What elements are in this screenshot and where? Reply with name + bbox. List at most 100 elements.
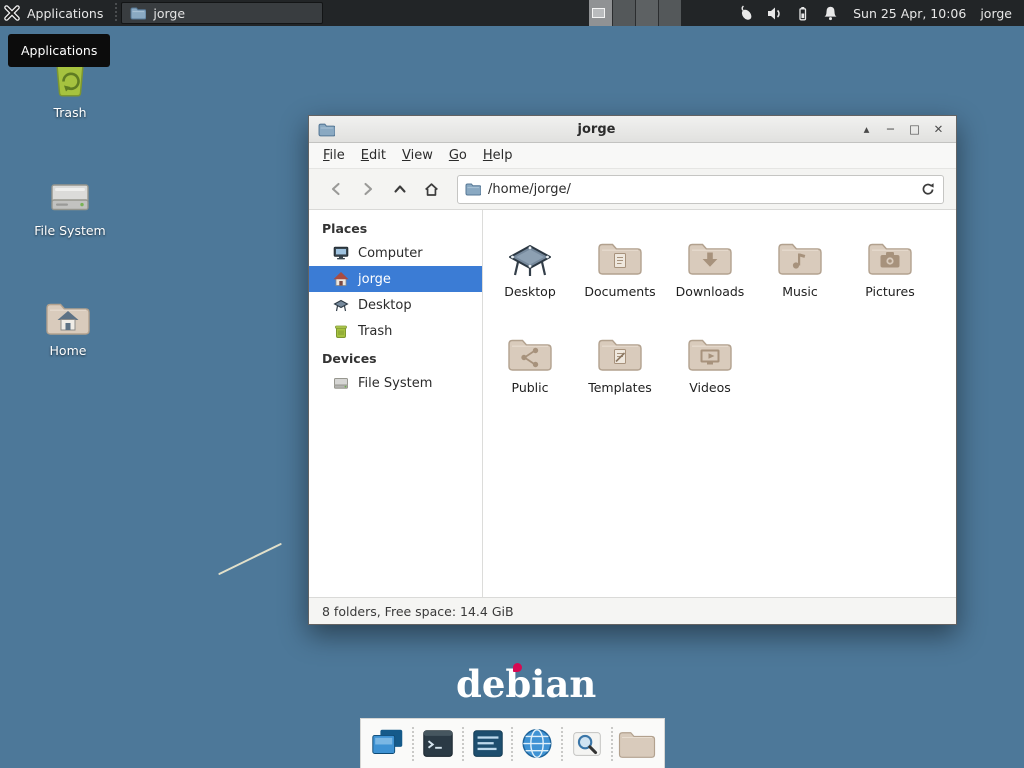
folder-public-icon bbox=[506, 322, 554, 374]
dock-separator bbox=[611, 727, 613, 761]
applications-menu-label: Applications bbox=[27, 6, 103, 21]
top-panel: Applications jorge bbox=[0, 0, 1024, 26]
shade-button[interactable]: ▴ bbox=[858, 121, 875, 138]
menu-view[interactable]: View bbox=[394, 145, 441, 166]
sidebar-item-trash[interactable]: Trash bbox=[309, 318, 482, 344]
workspace-3[interactable] bbox=[635, 0, 658, 26]
file-item-videos[interactable]: Videos bbox=[666, 322, 754, 418]
bottom-dock bbox=[360, 718, 665, 768]
pathbar-folder-icon bbox=[465, 181, 481, 197]
system-tray bbox=[737, 4, 839, 22]
workspace-window-thumb bbox=[592, 8, 605, 18]
panel-clock[interactable]: Sun 25 Apr, 10:06 bbox=[853, 6, 966, 21]
file-item-documents[interactable]: Documents bbox=[576, 226, 664, 322]
sidebar-item-jorge[interactable]: jorge bbox=[309, 266, 482, 292]
maximize-button[interactable]: □ bbox=[906, 121, 923, 138]
forward-button[interactable] bbox=[353, 175, 382, 204]
menu-edit[interactable]: Edit bbox=[353, 145, 394, 166]
globe-icon bbox=[518, 725, 556, 763]
window-titlebar[interactable]: jorge ▴ ─ □ ✕ bbox=[309, 116, 956, 143]
applications-menu-button[interactable]: Applications bbox=[0, 0, 113, 26]
folder-documents-icon bbox=[596, 226, 644, 278]
file-list-view[interactable]: Desktop Documents Downloads Music Pictur… bbox=[483, 210, 956, 597]
panel-right-area: Sun 25 Apr, 10:06 jorge bbox=[589, 0, 1024, 26]
desktop-icon-home[interactable]: Home bbox=[20, 294, 116, 358]
menu-file[interactable]: File bbox=[315, 145, 353, 166]
desktop-icon-label: Home bbox=[20, 343, 116, 358]
dock-separator bbox=[412, 727, 414, 761]
desktop-icon-label: Trash bbox=[22, 105, 118, 120]
file-item-public[interactable]: Public bbox=[486, 322, 574, 418]
file-item-music[interactable]: Music bbox=[756, 226, 844, 322]
file-item-pictures[interactable]: Pictures bbox=[846, 226, 934, 322]
menu-help[interactable]: Help bbox=[475, 145, 521, 166]
file-item-desktop[interactable]: Desktop bbox=[486, 226, 574, 322]
taskbar-window-label: jorge bbox=[153, 6, 185, 21]
sidebar-item-computer[interactable]: Computer bbox=[309, 240, 482, 266]
workspace-2[interactable] bbox=[612, 0, 635, 26]
window-controls: ▴ ─ □ ✕ bbox=[858, 121, 947, 138]
workspace-1[interactable] bbox=[589, 0, 612, 26]
home-folder-icon bbox=[44, 298, 92, 338]
folder-music-icon bbox=[776, 226, 824, 278]
location-bar[interactable]: /home/jorge/ bbox=[457, 175, 944, 204]
menu-go[interactable]: Go bbox=[441, 145, 475, 166]
dock-separator bbox=[511, 727, 513, 761]
dock-app-finder-launcher[interactable] bbox=[567, 724, 607, 764]
debian-logo-text: debian bbox=[456, 662, 596, 706]
folder-templates-icon bbox=[596, 322, 644, 374]
desktop-icon-label: File System bbox=[22, 223, 118, 238]
up-button[interactable] bbox=[385, 175, 414, 204]
folder-pictures-icon bbox=[866, 226, 914, 278]
file-item-downloads[interactable]: Downloads bbox=[666, 226, 754, 322]
applications-tooltip: Applications bbox=[8, 34, 110, 67]
window-titlebar-folder-icon bbox=[318, 121, 335, 138]
desktop-artifact-line bbox=[218, 543, 282, 575]
toolbar: /home/jorge/ bbox=[309, 169, 956, 210]
taskbar-window-button[interactable]: jorge bbox=[121, 2, 323, 24]
close-button[interactable]: ✕ bbox=[930, 121, 947, 138]
power-battery-icon[interactable] bbox=[794, 5, 811, 22]
home-button[interactable] bbox=[417, 175, 446, 204]
sidebar-header-places: Places bbox=[309, 214, 482, 240]
sidebar-header-devices: Devices bbox=[309, 344, 482, 370]
panel-username: jorge bbox=[980, 6, 1012, 21]
reload-button[interactable] bbox=[920, 181, 936, 197]
sidebar-item-file-system[interactable]: File System bbox=[309, 370, 482, 396]
displays-icon bbox=[369, 725, 407, 763]
statusbar: 8 folders, Free space: 14.4 GiB bbox=[309, 597, 956, 624]
back-button[interactable] bbox=[321, 175, 350, 204]
folder-icon bbox=[617, 727, 657, 761]
panel-separator bbox=[115, 3, 117, 23]
minimize-button[interactable]: ─ bbox=[882, 121, 899, 138]
debian-logo: debian bbox=[456, 662, 596, 706]
sidebar: Places Computer jorge Desktop Trash Devi… bbox=[309, 210, 483, 597]
hard-drive-icon bbox=[333, 375, 349, 391]
notifications-bell-icon[interactable] bbox=[822, 5, 839, 22]
taskbar-folder-icon bbox=[130, 5, 146, 21]
dock-terminal-launcher[interactable] bbox=[418, 724, 458, 764]
dock-web-browser-launcher[interactable] bbox=[517, 724, 557, 764]
home-icon bbox=[333, 271, 349, 287]
file-item-templates[interactable]: Templates bbox=[576, 322, 664, 418]
workspace-4[interactable] bbox=[658, 0, 681, 26]
pathbar-text: /home/jorge/ bbox=[488, 182, 571, 197]
console-icon bbox=[469, 725, 507, 763]
dock-file-manager-launcher[interactable] bbox=[617, 724, 657, 764]
dock-console-launcher[interactable] bbox=[468, 724, 508, 764]
volume-icon[interactable] bbox=[766, 5, 783, 22]
sidebar-item-desktop[interactable]: Desktop bbox=[309, 292, 482, 318]
dock-displays-launcher[interactable] bbox=[368, 724, 408, 764]
xfce-menu-icon bbox=[3, 4, 21, 22]
window-title: jorge bbox=[335, 122, 858, 137]
mouse-settings-icon[interactable] bbox=[737, 4, 755, 22]
menubar: File Edit View Go Help bbox=[309, 143, 956, 169]
dock-separator bbox=[561, 727, 563, 761]
desktop-icon bbox=[333, 297, 349, 313]
status-text: 8 folders, Free space: 14.4 GiB bbox=[322, 604, 514, 619]
dock-separator bbox=[462, 727, 464, 761]
desktop-icon-file-system[interactable]: File System bbox=[22, 174, 118, 238]
workspace-switcher bbox=[589, 0, 681, 26]
desk-icon bbox=[506, 226, 554, 278]
file-manager-window: jorge ▴ ─ □ ✕ File Edit View Go Help bbox=[308, 115, 957, 625]
